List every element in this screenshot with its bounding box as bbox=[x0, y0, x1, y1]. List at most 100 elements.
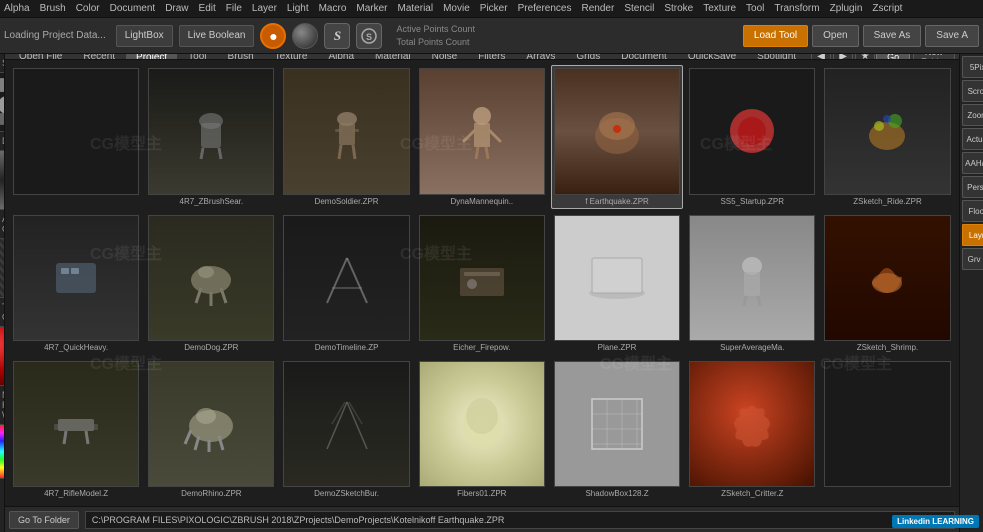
list-item[interactable]: Plane.ZPR bbox=[551, 212, 683, 355]
list-item[interactable]: SS5_Startup.ZPR bbox=[686, 65, 818, 208]
list-item[interactable]: Eicher_Firepow. bbox=[416, 212, 548, 355]
list-item[interactable]: ZSketch_Ride.ZPR bbox=[821, 65, 953, 208]
alpha-icon[interactable]: S bbox=[356, 23, 382, 49]
file-name: ZSketch_Shrimp. bbox=[824, 343, 950, 352]
list-item[interactable]: ZSketch_Critter.Z bbox=[686, 358, 818, 501]
file-name: 4R7_RifleModel.Z bbox=[13, 489, 139, 498]
brush-mode-icon[interactable]: ● bbox=[260, 23, 286, 49]
list-item[interactable]: f Earthquake.ZPR bbox=[551, 65, 683, 208]
list-item[interactable]: ShadowBox128.Z bbox=[551, 358, 683, 501]
layer-button[interactable]: Layn bbox=[962, 224, 983, 246]
menu-marker[interactable]: Marker bbox=[356, 3, 387, 14]
menu-preferences[interactable]: Preferences bbox=[518, 3, 572, 14]
liveboolean-button[interactable]: Live Boolean bbox=[179, 25, 255, 47]
menu-zplugin[interactable]: Zplugin bbox=[830, 3, 863, 14]
persp-button[interactable]: Persp bbox=[962, 176, 983, 198]
save-a-button[interactable]: Save A bbox=[925, 25, 979, 47]
list-item[interactable]: Fibers01.ZPR bbox=[416, 358, 548, 501]
list-item[interactable] bbox=[10, 65, 142, 208]
top-menu-bar: Alpha Brush Color Document Draw Edit Fil… bbox=[0, 0, 983, 18]
list-item[interactable] bbox=[821, 358, 953, 501]
list-item[interactable]: 4R7_QuickHeavy. bbox=[10, 212, 142, 355]
menu-light[interactable]: Light bbox=[287, 3, 309, 14]
total-points-label: Total Points Count bbox=[396, 36, 475, 49]
list-item[interactable]: 4R7_RifleModel.Z bbox=[10, 358, 142, 501]
menu-file[interactable]: File bbox=[226, 3, 242, 14]
linkedin-learning-badge: Linkedin LEARNING bbox=[892, 515, 979, 528]
file-thumbnail bbox=[824, 215, 950, 341]
list-item[interactable]: ZSketch_Shrimp. bbox=[821, 212, 953, 355]
menu-draw[interactable]: Draw bbox=[165, 3, 188, 14]
menu-stroke[interactable]: Stroke bbox=[664, 3, 693, 14]
menu-render[interactable]: Render bbox=[582, 3, 615, 14]
menu-movie[interactable]: Movie bbox=[443, 3, 470, 14]
file-name: 4R7_ZBrushSear. bbox=[148, 197, 274, 206]
file-name: DemoZSketchBur. bbox=[283, 489, 409, 498]
menu-color[interactable]: Color bbox=[76, 3, 100, 14]
list-item[interactable]: 4R7_ZBrushSear. bbox=[145, 65, 277, 208]
file-name: DynaMannequin.. bbox=[419, 197, 545, 206]
toolbar-right: Load Tool Open Save As Save A bbox=[743, 25, 979, 47]
save-as-button[interactable]: Save As bbox=[863, 25, 922, 47]
list-item[interactable]: DemoZSketchBur. bbox=[280, 358, 412, 501]
bottom-bar: Go To Folder C:\PROGRAM FILES\PIXOLOGIC\… bbox=[5, 506, 959, 532]
file-thumbnail bbox=[148, 215, 274, 341]
scroll-button[interactable]: Scroll bbox=[962, 80, 983, 102]
file-thumbnail bbox=[689, 215, 815, 341]
right-panel: 5Pix Scroll Zoom Actual AAHalf Persp Flo… bbox=[959, 54, 983, 532]
aahalf-button[interactable]: AAHalf bbox=[962, 152, 983, 174]
menu-document[interactable]: Document bbox=[110, 3, 156, 14]
file-name: DemoRhino.ZPR bbox=[148, 489, 274, 498]
file-thumbnail bbox=[13, 215, 139, 341]
list-item[interactable]: DemoTimeline.ZP bbox=[280, 212, 412, 355]
material-sphere-icon[interactable] bbox=[292, 23, 318, 49]
menu-tool[interactable]: Tool bbox=[746, 3, 764, 14]
menu-edit[interactable]: Edit bbox=[199, 3, 216, 14]
file-thumbnail bbox=[419, 215, 545, 341]
grvz-button[interactable]: Grv Z bbox=[962, 248, 983, 270]
menu-material[interactable]: Material bbox=[398, 3, 434, 14]
list-item[interactable]: SuperAverageMa. bbox=[686, 212, 818, 355]
file-name: DemoDog.ZPR bbox=[148, 343, 274, 352]
floor-button[interactable]: Floor bbox=[962, 200, 983, 222]
file-thumbnail bbox=[419, 68, 545, 194]
file-thumbnail bbox=[13, 361, 139, 487]
file-name: ShadowBox128.Z bbox=[554, 489, 680, 498]
list-item[interactable]: DemoSoldier.ZPR bbox=[280, 65, 412, 208]
menu-texture[interactable]: Texture bbox=[703, 3, 736, 14]
stroke-icon[interactable]: S bbox=[324, 23, 350, 49]
menu-stencil[interactable]: Stencil bbox=[624, 3, 654, 14]
file-thumbnail bbox=[554, 215, 680, 341]
menu-layer[interactable]: Layer bbox=[252, 3, 277, 14]
file-name: ZSketch_Critter.Z bbox=[689, 489, 815, 498]
5pix-button[interactable]: 5Pix bbox=[962, 56, 983, 78]
menu-macro[interactable]: Macro bbox=[319, 3, 347, 14]
list-item[interactable]: DemoRhino.ZPR bbox=[145, 358, 277, 501]
zoom-button[interactable]: Zoom bbox=[962, 104, 983, 126]
open-button[interactable]: Open bbox=[812, 25, 858, 47]
file-thumbnail bbox=[554, 361, 680, 487]
active-points-label: Active Points Count bbox=[396, 23, 475, 36]
file-thumbnail bbox=[554, 68, 680, 194]
list-item[interactable]: DynaMannequin.. bbox=[416, 65, 548, 208]
file-name: Plane.ZPR bbox=[554, 343, 680, 352]
file-thumbnail bbox=[689, 68, 815, 194]
point-counts: Active Points Count Total Points Count bbox=[396, 23, 475, 48]
file-thumbnail bbox=[283, 68, 409, 194]
go-to-folder-button[interactable]: Go To Folder bbox=[9, 511, 79, 529]
file-thumbnail bbox=[148, 68, 274, 194]
file-name: DemoTimeline.ZP bbox=[283, 343, 409, 352]
file-thumbnail bbox=[283, 215, 409, 341]
list-item[interactable]: DemoDog.ZPR bbox=[145, 212, 277, 355]
menu-alpha[interactable]: Alpha bbox=[4, 3, 30, 14]
lightbox-button[interactable]: LightBox bbox=[116, 25, 173, 47]
file-thumbnail bbox=[689, 361, 815, 487]
menu-brush[interactable]: Brush bbox=[40, 3, 66, 14]
actual-button[interactable]: Actual bbox=[962, 128, 983, 150]
file-browser: 4R7_ZBrushSear. DemoSoldier.ZPR DynaMann… bbox=[5, 60, 959, 532]
file-name: 4R7_QuickHeavy. bbox=[13, 343, 139, 352]
menu-picker[interactable]: Picker bbox=[480, 3, 508, 14]
menu-transform[interactable]: Transform bbox=[774, 3, 819, 14]
load-tool-button[interactable]: Load Tool bbox=[743, 25, 808, 47]
menu-zscript[interactable]: Zscript bbox=[872, 3, 902, 14]
